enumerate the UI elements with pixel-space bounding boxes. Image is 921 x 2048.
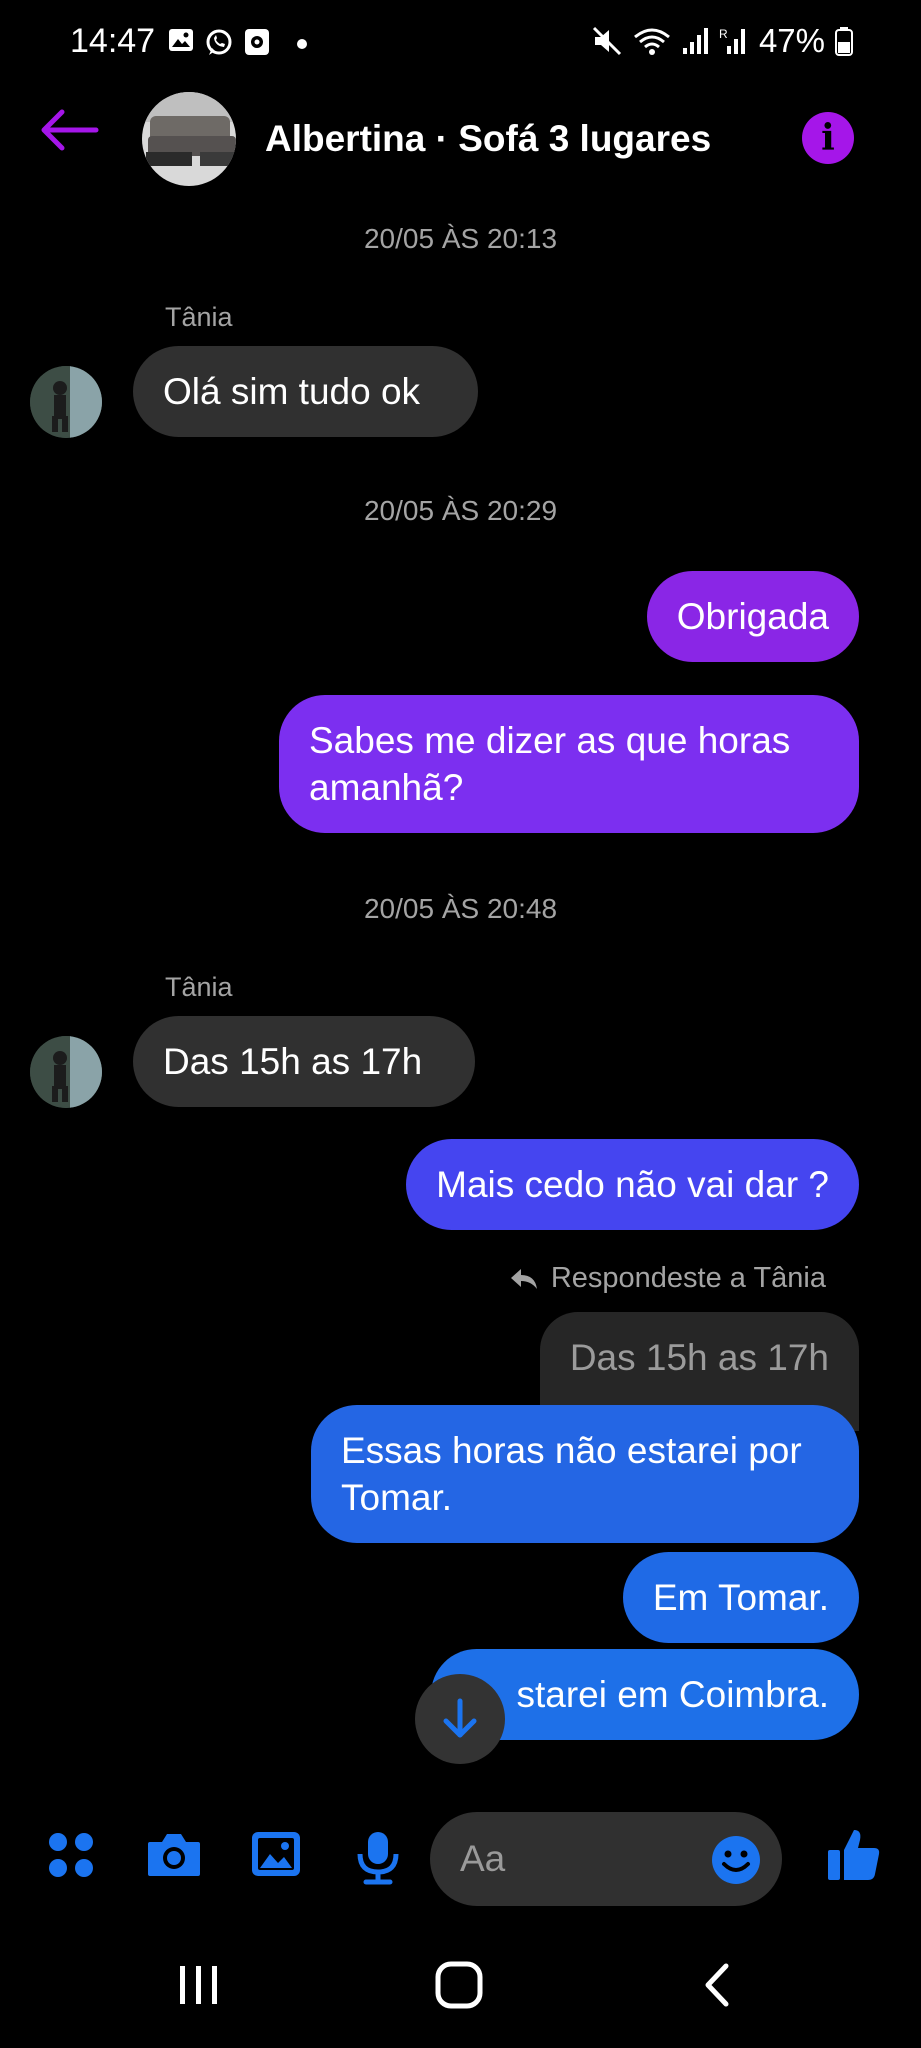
sofa-thumbnail-icon [142,92,236,186]
status-time: 14:47 [70,22,156,60]
person-photo-icon [30,366,102,438]
arrow-down-icon [443,1698,477,1738]
message-line: Tomar. [341,1477,453,1518]
battery-icon [835,27,853,56]
camera-icon[interactable] [146,1830,202,1880]
scroll-to-bottom-button[interactable] [415,1674,505,1764]
contact-avatar[interactable] [30,366,102,438]
outgoing-message[interactable]: Sabes me dizer as que horas amanhã? [279,695,859,833]
outgoing-message[interactable]: Em Tomar. [622,1552,859,1643]
sender-name: Tânia [165,302,233,332]
recents-icon[interactable] [176,1960,224,2010]
emoji-icon[interactable] [710,1834,762,1886]
dot-icon [297,39,307,49]
message-input[interactable]: Aa [430,1812,782,1906]
message-line: amanhã? [309,767,464,808]
reply-arrow-icon [510,1268,537,1289]
listing-avatar[interactable] [142,92,236,186]
whatsapp-icon [206,29,232,55]
sender-name: Tânia [165,972,233,1002]
wifi-icon [633,28,670,55]
outgoing-message[interactable]: Obrigada [646,571,859,662]
contact-avatar[interactable] [30,1036,102,1108]
outgoing-message[interactable]: Mais cedo não vai dar ? [406,1139,859,1230]
status-right: R 47% [591,22,853,60]
incoming-message[interactable]: Olá sim tudo ok [133,346,478,437]
conversation-title[interactable]: Albertina · Sofá 3 lugares [265,118,711,160]
message-line: Essas horas não estarei por [341,1430,802,1471]
reply-indicator: Respondeste a Tânia [509,1262,826,1295]
timestamp: 20/05 ÀS 20:29 [363,495,558,526]
reply-label-text: Respondeste a Tânia [550,1262,826,1294]
info-button[interactable]: i [802,112,854,164]
timestamp: 20/05 ÀS 20:13 [363,223,558,254]
person-photo-icon [30,1036,102,1108]
outgoing-message[interactable]: Essas horas não estarei por Tomar. [311,1405,859,1543]
thumbs-up-icon[interactable] [826,1826,882,1882]
message-line: Sabes me dizer as que horas [309,720,791,761]
microphone-icon[interactable] [356,1830,400,1886]
battery-percentage: 47% [758,22,825,59]
image-icon[interactable] [250,1830,302,1880]
info-icon: i [821,117,835,159]
gallery-icon [169,29,193,51]
incoming-message[interactable]: Das 15h as 17h [133,1016,475,1107]
home-icon[interactable] [434,1960,484,2010]
apps-icon[interactable] [46,1830,96,1880]
notification-icon [245,29,269,55]
back-icon[interactable] [700,1960,734,2010]
signal-roaming-icon: R [719,27,745,54]
back-arrow-icon[interactable] [40,108,100,152]
timestamp: 20/05 ÀS 20:48 [363,893,558,924]
message-placeholder: Aa [460,1838,506,1879]
signal-icon [682,28,708,54]
mute-icon [592,26,621,56]
svg-text:R: R [719,27,728,41]
